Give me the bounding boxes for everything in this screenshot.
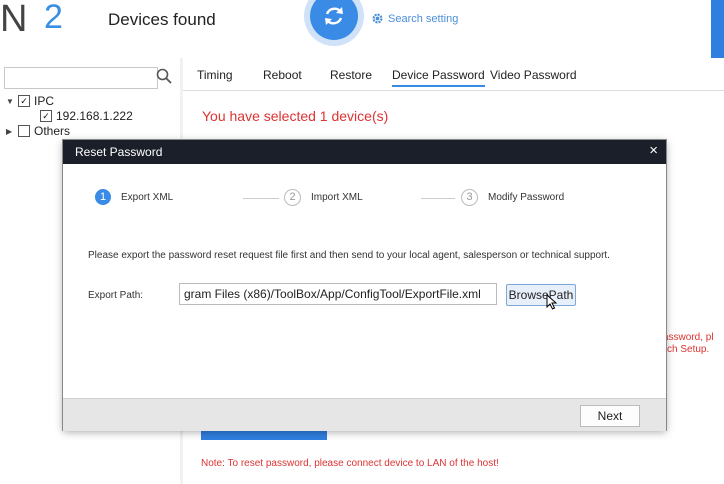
caret-down-icon[interactable]: ▼ xyxy=(6,97,14,106)
device-count: 2 xyxy=(44,0,63,36)
dialog-title-bar: Reset Password × xyxy=(63,140,666,164)
step-number: 2 xyxy=(284,189,301,206)
browse-path-button[interactable]: BrowsePath xyxy=(506,284,576,306)
tab-device-password[interactable]: Device Password xyxy=(392,68,485,87)
step-label: Export XML xyxy=(121,191,174,203)
step-modify-password: 3 Modify Password xyxy=(461,189,564,206)
tab-reboot[interactable]: Reboot xyxy=(263,68,302,82)
window-edge xyxy=(711,0,724,58)
dialog-title: Reset Password xyxy=(75,145,163,159)
step-import-xml: 2 Import XML xyxy=(284,189,363,206)
export-path-label: Export Path: xyxy=(88,290,144,301)
search-setting-link[interactable]: Search setting xyxy=(371,12,458,25)
step-connector xyxy=(243,198,279,199)
tree-search-input[interactable] xyxy=(4,67,158,89)
step-number: 3 xyxy=(461,189,478,206)
step-connector xyxy=(421,198,455,199)
tree-node-label: Others xyxy=(34,124,71,138)
step-export-xml: 1 Export XML xyxy=(95,189,173,205)
refresh-icon xyxy=(325,7,343,25)
tree-node-ipc[interactable]: ▼ ✓ IPC xyxy=(6,94,54,108)
gear-icon xyxy=(372,13,383,24)
partial-hint-text: ch Setup. xyxy=(667,344,710,355)
lan-note: Note: To reset password, please connect … xyxy=(201,458,499,469)
tab-video-password[interactable]: Video Password xyxy=(490,68,577,82)
tree-node-others[interactable]: ▶ Others xyxy=(6,124,70,138)
top-bar: N 2 Devices found Search setting xyxy=(0,0,724,58)
checkbox-others[interactable] xyxy=(18,125,30,137)
devices-found-label: Devices found xyxy=(108,10,216,29)
partial-hint-text: assword, pl xyxy=(663,332,714,343)
instruction-text: Please export the password reset request… xyxy=(88,250,610,261)
close-icon[interactable]: × xyxy=(649,142,658,159)
tab-timing[interactable]: Timing xyxy=(197,68,233,82)
next-button[interactable]: Next xyxy=(580,405,640,427)
tree-node-label: 192.168.1.222 xyxy=(56,109,133,123)
tree-node-device[interactable]: ✓ 192.168.1.222 xyxy=(40,109,133,123)
tab-restore[interactable]: Restore xyxy=(330,68,372,82)
search-setting-label: Search setting xyxy=(388,12,459,25)
step-number: 1 xyxy=(95,189,111,205)
mouse-cursor-icon xyxy=(546,294,558,310)
checkbox-device[interactable]: ✓ xyxy=(40,110,52,122)
dialog-footer: Next xyxy=(63,398,666,431)
tree-search-button[interactable] xyxy=(155,67,175,87)
step-label: Modify Password xyxy=(488,192,565,203)
reset-password-dialog: Reset Password × 1 Export XML 2 Import X… xyxy=(63,140,666,431)
step-label: Import XML xyxy=(311,192,363,203)
export-path-field[interactable]: gram Files (x86)/ToolBox/App/ConfigTool/… xyxy=(179,283,497,305)
caret-right-icon[interactable]: ▶ xyxy=(6,127,14,136)
search-icon xyxy=(156,68,172,84)
checkbox-ipc[interactable]: ✓ xyxy=(18,95,30,107)
selected-device-message: You have selected 1 device(s) xyxy=(202,108,389,124)
tab-bar: Timing Reboot Restore Device Password Vi… xyxy=(183,58,724,91)
logo: N xyxy=(0,0,28,40)
tree-node-label: IPC xyxy=(34,94,55,108)
refresh-button[interactable] xyxy=(310,0,358,40)
